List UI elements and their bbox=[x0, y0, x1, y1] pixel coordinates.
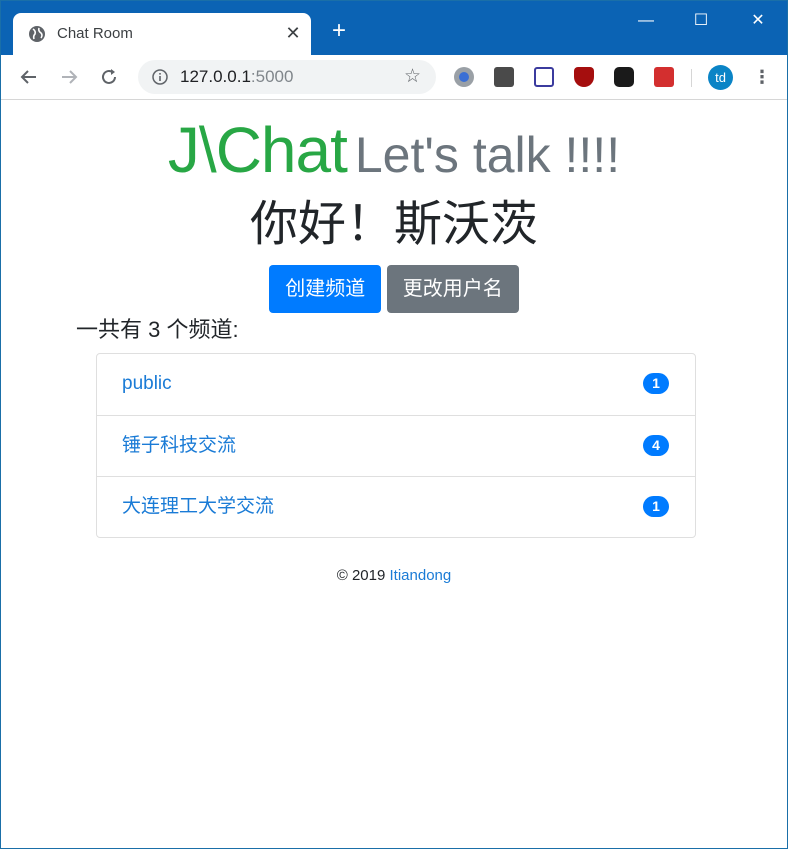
reload-icon bbox=[102, 69, 116, 84]
window-close-button[interactable]: ✕ bbox=[743, 9, 773, 33]
forward-arrow-icon bbox=[62, 70, 78, 84]
extension-bulb-icon[interactable] bbox=[494, 67, 514, 87]
ublock-icon[interactable] bbox=[574, 67, 594, 87]
copyright-text: © 2019 bbox=[336, 567, 386, 584]
extension-tampermonkey-icon[interactable] bbox=[614, 67, 634, 87]
toolbar-separator bbox=[691, 69, 692, 87]
channel-list: public 1 锤子科技交流 4 大连理工大学交流 1 bbox=[96, 353, 696, 538]
reload-button[interactable] bbox=[96, 64, 122, 90]
channel-item-smartisan[interactable]: 锤子科技交流 4 bbox=[97, 415, 695, 476]
member-count-badge: 1 bbox=[643, 496, 669, 517]
channel-name[interactable]: 锤子科技交流 bbox=[122, 434, 236, 458]
info-icon[interactable] bbox=[152, 69, 168, 85]
page-footer: © 2019 Itiandong bbox=[1, 566, 787, 586]
member-count-badge: 1 bbox=[643, 373, 669, 394]
app-logo: J\Chat bbox=[167, 114, 348, 186]
minimize-button[interactable]: — bbox=[631, 9, 661, 33]
forward-button[interactable] bbox=[56, 64, 82, 90]
channel-item-dlut[interactable]: 大连理工大学交流 1 bbox=[97, 476, 695, 537]
create-channel-button[interactable]: 创建频道 bbox=[269, 265, 382, 313]
browser-window: Chat Room ✕ + — ☐ ✕ 127.0.0.1:5000 ☆ td … bbox=[0, 0, 788, 849]
change-username-button[interactable]: 更改用户名 bbox=[386, 265, 519, 313]
url-host: 127.0.0.1 bbox=[180, 67, 251, 86]
channel-name[interactable]: 大连理工大学交流 bbox=[122, 495, 274, 519]
tab-title: Chat Room bbox=[57, 25, 133, 42]
browser-toolbar: 127.0.0.1:5000 ☆ td ⋮ bbox=[1, 55, 787, 100]
page-content: J\Chat Let's talk !!!! 你好！斯沃茨 创建频道 更改用户名 … bbox=[1, 101, 787, 849]
url-port: :5000 bbox=[250, 67, 294, 86]
greeting-heading: 你好！斯沃茨 bbox=[249, 198, 538, 251]
action-buttons: 创建频道 更改用户名 bbox=[1, 265, 787, 313]
channel-name[interactable]: public bbox=[122, 372, 172, 396]
app-tagline: Let's talk !!!! bbox=[354, 127, 621, 183]
brand-header: J\Chat Let's talk !!!! bbox=[1, 115, 787, 190]
url-text: 127.0.0.1:5000 bbox=[180, 68, 293, 86]
back-button[interactable] bbox=[16, 64, 42, 90]
member-count-badge: 4 bbox=[643, 435, 669, 456]
channel-count-summary: 一共有 3 个频道: bbox=[76, 317, 239, 342]
bookmark-star-icon[interactable]: ☆ bbox=[404, 67, 421, 87]
maximize-button[interactable]: ☐ bbox=[686, 9, 716, 33]
browser-tab[interactable]: Chat Room ✕ bbox=[13, 13, 311, 55]
tab-close-icon[interactable]: ✕ bbox=[283, 23, 303, 43]
back-arrow-icon bbox=[20, 70, 36, 84]
extension-reader-icon[interactable] bbox=[534, 67, 554, 87]
menu-dots-icon[interactable]: ⋮ bbox=[753, 65, 771, 89]
author-link[interactable]: Itiandong bbox=[390, 567, 452, 584]
extension-circle-icon[interactable] bbox=[454, 67, 474, 87]
new-tab-button[interactable]: + bbox=[327, 19, 351, 43]
address-bar[interactable]: 127.0.0.1:5000 ☆ bbox=[138, 60, 436, 94]
globe-icon bbox=[29, 26, 45, 42]
pdf-extension-icon[interactable] bbox=[654, 67, 674, 87]
channel-item-public[interactable]: public 1 bbox=[97, 354, 695, 415]
title-bar: Chat Room ✕ + — ☐ ✕ bbox=[1, 1, 787, 55]
profile-avatar[interactable]: td bbox=[708, 65, 733, 90]
